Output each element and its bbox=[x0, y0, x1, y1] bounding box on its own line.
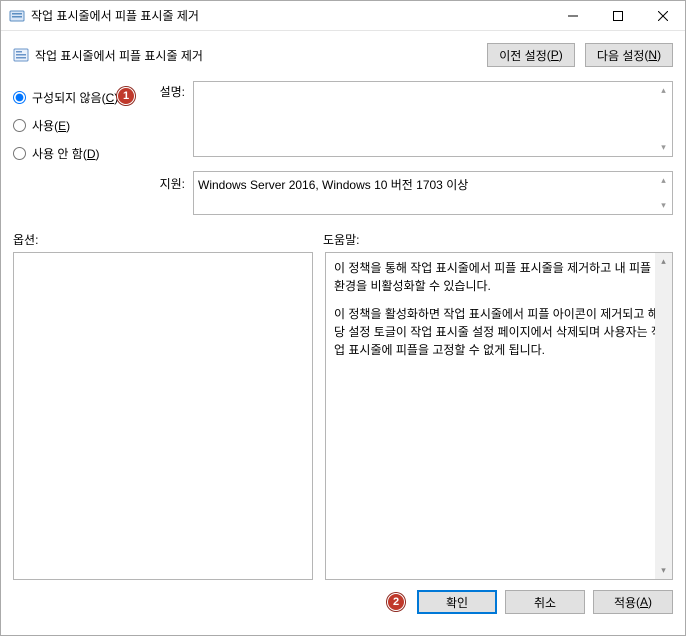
description-field[interactable] bbox=[193, 81, 673, 157]
lower-labels: 옵션: 도움말: bbox=[1, 219, 685, 252]
help-paragraph-1: 이 정책을 통해 작업 표시줄에서 피플 표시줄을 제거하고 내 피플 환경을 … bbox=[334, 259, 664, 295]
supported-label: 지원: bbox=[153, 171, 185, 215]
scroll-up-icon[interactable]: ▴ bbox=[655, 253, 672, 270]
close-button[interactable] bbox=[640, 1, 685, 30]
help-label: 도움말: bbox=[323, 231, 673, 248]
apply-button-accel: A bbox=[640, 595, 648, 609]
prev-button-accel: P bbox=[551, 48, 559, 62]
window-title: 작업 표시줄에서 피플 표시줄 제거 bbox=[31, 7, 550, 24]
radio-not-configured-input[interactable] bbox=[13, 91, 26, 104]
ok-button[interactable]: 확인 bbox=[417, 590, 497, 614]
radio-enabled[interactable]: 사용(E) bbox=[13, 111, 145, 139]
apply-button[interactable]: 적용(A) bbox=[593, 590, 673, 614]
radio-enabled-input[interactable] bbox=[13, 119, 26, 132]
header-row: 작업 표시줄에서 피플 표시줄 제거 이전 설정(P) 다음 설정(N) bbox=[1, 31, 685, 75]
policy-icon bbox=[13, 47, 29, 63]
description-label: 설명: bbox=[153, 83, 185, 111]
maximize-button[interactable] bbox=[595, 1, 640, 30]
radio-not-configured[interactable]: 구성되지 않음(C) 1 bbox=[13, 83, 145, 111]
cancel-button[interactable]: 취소 bbox=[505, 590, 585, 614]
next-setting-button[interactable]: 다음 설정(N) bbox=[585, 43, 673, 67]
next-button-accel: N bbox=[648, 48, 657, 62]
prev-button-label: 이전 설정 bbox=[499, 47, 547, 64]
scroll-down-icon[interactable]: ▾ bbox=[655, 562, 672, 579]
support-area: 지원: Windows Server 2016, Windows 10 버전 1… bbox=[1, 171, 685, 219]
options-pane bbox=[13, 252, 313, 580]
previous-setting-button[interactable]: 이전 설정(P) bbox=[487, 43, 575, 67]
next-button-label: 다음 설정 bbox=[597, 47, 645, 64]
annotation-badge-2: 2 bbox=[387, 593, 405, 611]
window-controls bbox=[550, 1, 685, 30]
supported-field: Windows Server 2016, Windows 10 버전 1703 … bbox=[193, 171, 673, 215]
app-icon bbox=[9, 8, 25, 24]
radio-group: 구성되지 않음(C) 1 사용(E) 사용 안 함(D) bbox=[13, 81, 145, 167]
bottom-bar: 2 확인 취소 적용(A) bbox=[1, 580, 685, 614]
help-paragraph-2: 이 정책을 활성화하면 작업 표시줄에서 피플 아이콘이 제거되고 해당 설정 … bbox=[334, 305, 664, 359]
radio-disabled-input[interactable] bbox=[13, 147, 26, 160]
apply-button-label: 적용 bbox=[614, 594, 636, 611]
options-label: 옵션: bbox=[13, 231, 323, 248]
annotation-badge-1: 1 bbox=[117, 87, 135, 105]
radio-not-configured-label: 구성되지 않음(C) bbox=[32, 89, 118, 106]
help-pane: 이 정책을 통해 작업 표시줄에서 피플 표시줄을 제거하고 내 피플 환경을 … bbox=[325, 252, 673, 580]
config-area: 구성되지 않음(C) 1 사용(E) 사용 안 함(D) 설명: ▴ ▾ bbox=[1, 75, 685, 171]
help-scrollbar[interactable]: ▴ ▾ bbox=[655, 253, 672, 579]
radio-disabled-label: 사용 안 함(D) bbox=[32, 145, 100, 162]
panes: 이 정책을 통해 작업 표시줄에서 피플 표시줄을 제거하고 내 피플 환경을 … bbox=[1, 252, 685, 580]
radio-disabled[interactable]: 사용 안 함(D) bbox=[13, 139, 145, 167]
policy-title: 작업 표시줄에서 피플 표시줄 제거 bbox=[35, 47, 487, 64]
titlebar: 작업 표시줄에서 피플 표시줄 제거 bbox=[1, 1, 685, 31]
minimize-button[interactable] bbox=[550, 1, 595, 30]
radio-enabled-label: 사용(E) bbox=[32, 117, 70, 134]
